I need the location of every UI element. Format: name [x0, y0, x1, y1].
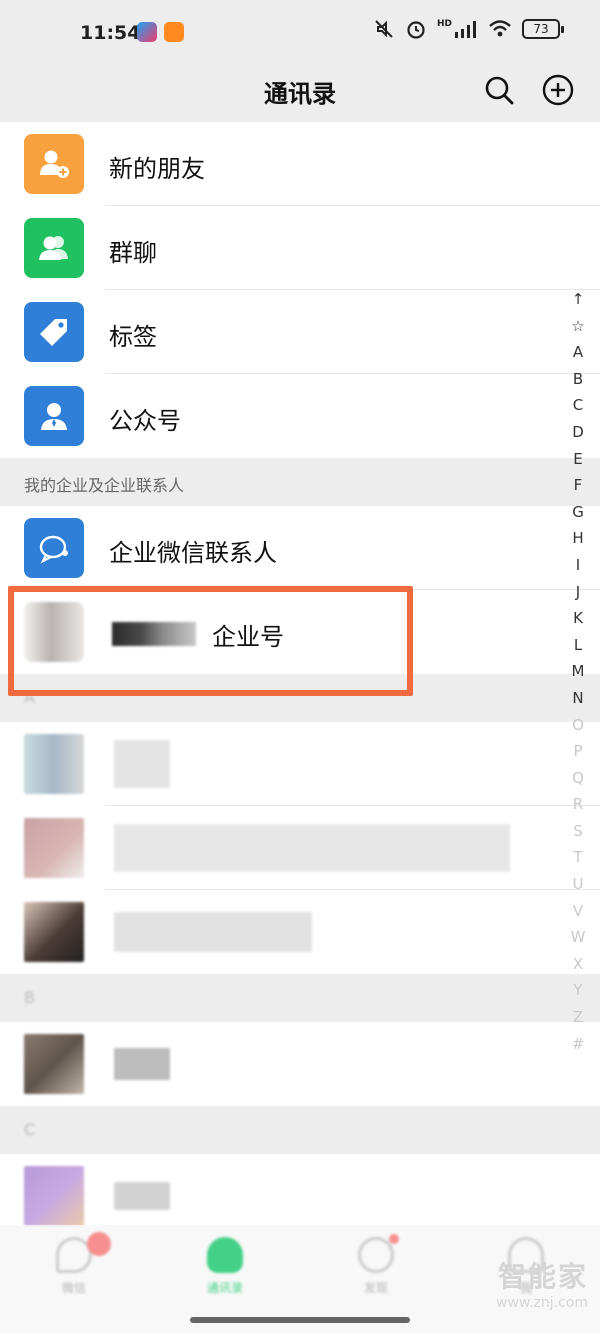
menu-group-chats[interactable]: 群聊 [0, 206, 600, 290]
unread-badge [87, 1232, 111, 1256]
chat-icon [56, 1232, 111, 1273]
bottom-tabbar: 微信 通讯录 发现 我 智能家 www.znj.com [0, 1225, 600, 1333]
group-chat-icon [24, 218, 84, 278]
status-icons: HD 73 [373, 18, 564, 40]
section-letter-b: B [24, 988, 35, 1007]
section-header-b: B [0, 974, 600, 1022]
index-letter[interactable]: S [566, 818, 590, 845]
index-letter[interactable]: K [566, 605, 590, 632]
menu-new-friends-label: 新的朋友 [109, 155, 205, 183]
index-letter[interactable]: Z [566, 1004, 590, 1031]
search-icon [485, 76, 514, 105]
enterprise-section-header: 我的企业及企业联系人 [0, 458, 600, 506]
menu-official-accounts[interactable]: 公众号 [0, 374, 600, 458]
index-letter[interactable]: ↑ [566, 286, 590, 313]
plus-circle-icon [542, 74, 574, 106]
index-letter[interactable]: L [566, 632, 590, 659]
didi-icon [164, 22, 184, 42]
contact-row[interactable] [0, 722, 600, 806]
contact-avatar [24, 818, 84, 878]
index-letter[interactable]: B [566, 366, 590, 393]
wecom-contacts-icon [24, 518, 84, 578]
contact-avatar [24, 1166, 84, 1226]
alarm-icon [407, 21, 425, 39]
watermark-url: www.znj.com [496, 1295, 588, 1311]
add-friend-icon [24, 134, 84, 194]
contact-row[interactable] [0, 890, 600, 974]
tab-contacts-label: 通讯录 [206, 1281, 243, 1295]
enterprise-section-title: 我的企业及企业联系人 [24, 476, 185, 495]
youku-icon [137, 22, 157, 42]
contact-row[interactable] [0, 1022, 600, 1106]
index-letter[interactable]: O [566, 712, 590, 739]
index-letter[interactable]: V [566, 898, 590, 925]
index-letter[interactable]: I [566, 552, 590, 579]
contacts-icon [207, 1237, 243, 1273]
watermark: 智能家 www.znj.com [496, 1255, 588, 1311]
menu-tags[interactable]: 标签 [0, 290, 600, 374]
index-letter[interactable]: A [566, 339, 590, 366]
index-letter[interactable]: H [566, 525, 590, 552]
tab-contacts[interactable]: 通讯录 [185, 1237, 265, 1296]
section-header-c: C [0, 1106, 600, 1154]
index-letter[interactable]: C [566, 392, 590, 419]
redacted-contact-name [114, 740, 170, 788]
tag-icon [24, 302, 84, 362]
watermark-text: 智能家 [497, 1260, 588, 1293]
signal-icon [455, 21, 476, 38]
official-account-icon [24, 386, 84, 446]
index-letter[interactable]: Y [566, 977, 590, 1004]
discover-icon [358, 1234, 399, 1273]
battery-icon: 73 [522, 19, 564, 39]
index-letter[interactable]: T [566, 844, 590, 871]
highlight-box [8, 586, 413, 696]
tab-chats-label: 微信 [61, 1281, 86, 1295]
menu-group-chats-label: 群聊 [109, 239, 157, 267]
tab-chats[interactable]: 微信 [34, 1232, 114, 1296]
section-letter-c: C [24, 1120, 36, 1139]
alphabet-index[interactable]: ↑ ☆ A B C D E F G H I J K L M N O P Q R S T U V W X Y Z # [566, 286, 590, 1057]
index-letter[interactable]: M [566, 658, 590, 685]
index-letter[interactable]: R [566, 791, 590, 818]
redacted-contact-name [114, 1048, 170, 1080]
index-letter[interactable]: X [566, 951, 590, 978]
menu-wecom-contacts-label: 企业微信联系人 [109, 539, 277, 567]
menu-official-accounts-label: 公众号 [109, 407, 181, 435]
contact-row[interactable] [0, 806, 600, 890]
menu-new-friends[interactable]: 新的朋友 [0, 122, 600, 206]
wifi-icon [489, 20, 511, 37]
contact-avatar [24, 734, 84, 794]
contact-avatar [24, 1034, 84, 1094]
redacted-contact-name [114, 912, 312, 952]
tab-discover[interactable]: 发现 [336, 1234, 416, 1296]
network-hd-label: HD [436, 19, 452, 29]
index-letter[interactable]: N [566, 685, 590, 712]
header: 通讯录 [0, 62, 600, 122]
index-letter[interactable]: U [566, 871, 590, 898]
mute-icon [375, 20, 393, 38]
index-letter[interactable]: P [566, 738, 590, 765]
contact-avatar [24, 902, 84, 962]
tab-discover-label: 发现 [363, 1281, 388, 1295]
index-letter[interactable]: D [566, 419, 590, 446]
index-letter[interactable]: # [566, 1031, 590, 1058]
index-letter[interactable]: G [566, 499, 590, 526]
index-letter[interactable]: ☆ [566, 313, 590, 340]
status-bar: 11:54 HD 73 [0, 0, 600, 62]
add-button[interactable] [538, 70, 578, 110]
menu-tags-label: 标签 [109, 323, 157, 351]
redacted-contact-name [114, 824, 510, 872]
discover-dot [389, 1234, 399, 1244]
index-letter[interactable]: F [566, 472, 590, 499]
index-letter[interactable]: Q [566, 765, 590, 792]
home-indicator[interactable] [190, 1317, 410, 1323]
search-button[interactable] [479, 70, 519, 110]
index-letter[interactable]: E [566, 446, 590, 473]
index-letter[interactable]: W [566, 924, 590, 951]
menu-wecom-contacts[interactable]: 企业微信联系人 [0, 506, 600, 590]
redacted-contact-name [114, 1182, 170, 1210]
index-letter[interactable]: J [566, 579, 590, 606]
status-time: 11:54 [80, 22, 141, 44]
